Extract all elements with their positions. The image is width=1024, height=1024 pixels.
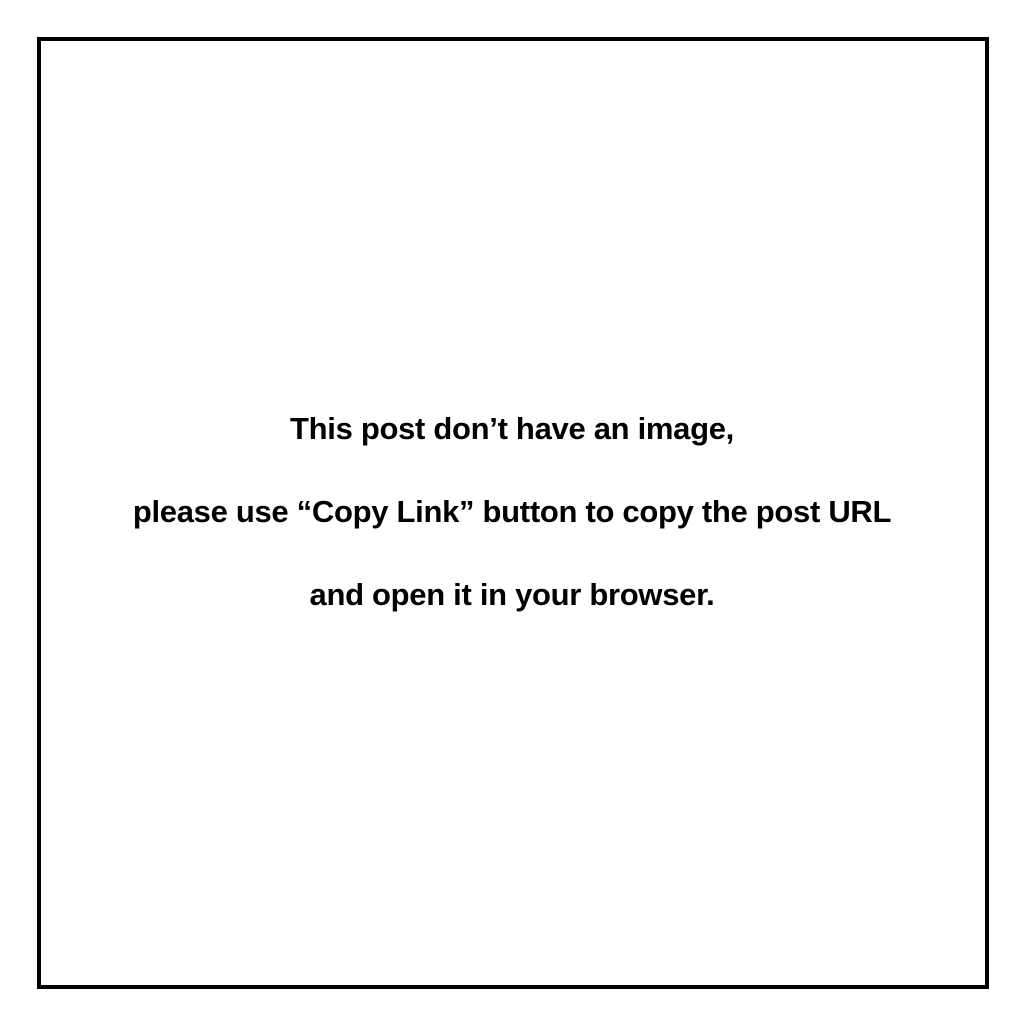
placeholder-frame <box>37 37 989 989</box>
